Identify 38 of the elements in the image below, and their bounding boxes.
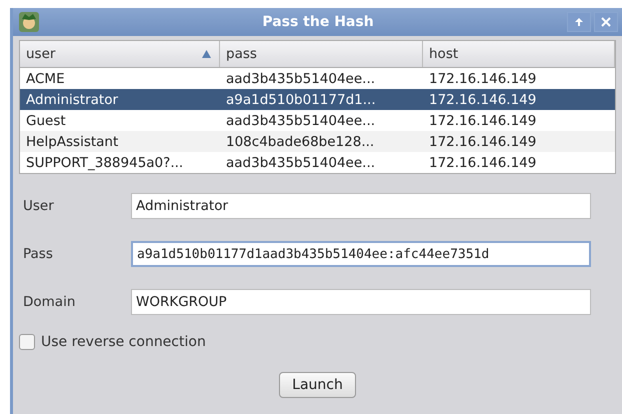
table-cell-text: a9a1d510b01177d1... (225, 92, 377, 108)
table-cell-text: 172.16.146.149 (428, 112, 538, 128)
close-button[interactable] (594, 12, 618, 32)
table-cell-text: ACME (25, 70, 66, 86)
table-cell-text: Administrator (25, 92, 120, 108)
table-cell-text: aad3b435b51404ee... (225, 70, 376, 86)
table-cell-text: 172.16.146.149 (428, 92, 538, 108)
table-cell-text: 172.16.146.149 (428, 70, 538, 86)
column-header[interactable]: host (423, 41, 615, 67)
app-icon (19, 12, 39, 32)
table-cell-text: 108c4bade68be128... (225, 134, 376, 150)
window-title: Pass the Hash (261, 14, 374, 30)
table-row[interactable]: Administrator a9a1d510b01177d1... 172.16.146.149 (20, 89, 615, 110)
checkbox[interactable] (19, 334, 35, 350)
table-row[interactable]: HelpAssistant 108c4bade68be128... 172.16.146.149 (20, 131, 615, 152)
input-field[interactable]: Administrator (131, 193, 591, 219)
table-cell-text: 172.16.146.149 (428, 154, 538, 170)
raise-button[interactable] (567, 12, 591, 32)
input-field[interactable]: a9a1d510b01177d1aad3b435b51404ee:afc44ee7351d (131, 241, 591, 267)
input-field[interactable]: WORKGROUP (131, 289, 591, 315)
close-icon (601, 17, 611, 27)
field-label: User (23, 198, 55, 214)
checkbox-label: Use reverse connection (41, 334, 206, 350)
table-cell-text: aad3b435b51404ee... (225, 154, 376, 170)
table-row[interactable]: Guest aad3b435b51404ee... 172.16.146.149 (20, 110, 615, 131)
field-label: Pass (23, 246, 54, 262)
table-cell-text: aad3b435b51404ee... (225, 112, 376, 128)
table-row[interactable]: SUPPORT_388945a0?... aad3b435b51404ee... 172.16.146.149 (20, 152, 615, 173)
table-cell-text: Guest (25, 112, 67, 128)
table-cell-text: HelpAssistant (25, 134, 120, 150)
up-arrow-icon (574, 17, 584, 27)
table-row[interactable]: ACME aad3b435b51404ee... 172.16.146.149 (20, 68, 615, 89)
table-cell-text: 172.16.146.149 (428, 134, 538, 150)
table-cell-text: SUPPORT_388945a0?... (25, 154, 184, 170)
column-header[interactable]: pass (220, 41, 423, 67)
launch-button[interactable]: Launch (279, 372, 356, 398)
field-label: Domain (23, 294, 76, 310)
column-header[interactable]: user (20, 41, 220, 67)
